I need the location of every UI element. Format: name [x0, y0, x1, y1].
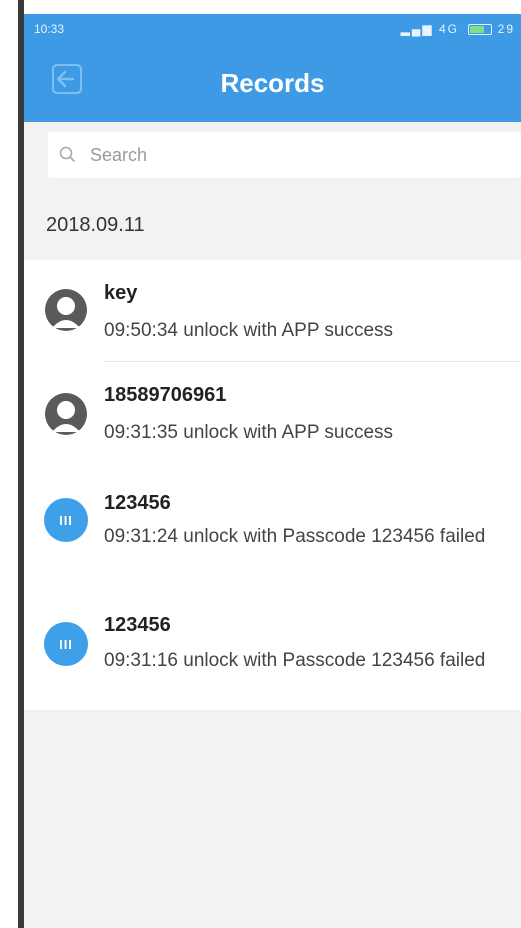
top-bar: 10:33 ▂▄▆ 4G 29 Records [24, 14, 521, 122]
record-time: 09:50:34 [104, 320, 178, 341]
battery-level: 29 [497, 22, 515, 36]
battery-icon [468, 24, 493, 36]
record-action: unlock with APP success [183, 320, 394, 341]
status-time: 10:33 [34, 22, 65, 36]
record-row[interactable]: III 123456 09:31:24 unlock with Passcode… [24, 458, 521, 582]
records-list: key 09:50:34 unlock with APP success 185… [24, 260, 521, 710]
record-name: 18589706961 [104, 384, 227, 406]
record-detail: 09:31:35 unlock with APP success [104, 420, 504, 446]
record-row[interactable]: key 09:50:34 unlock with APP success [24, 260, 521, 362]
record-name: 123456 [104, 614, 171, 636]
search-box[interactable] [48, 132, 521, 178]
user-icon [44, 392, 88, 436]
passcode-icon: III [44, 622, 88, 666]
passcode-icon: III [44, 498, 88, 542]
search-area [24, 122, 521, 202]
date-group-header: 2018.09.11 [46, 214, 145, 236]
page-title: Records [220, 68, 325, 98]
record-detail: 09:50:34 unlock with APP success [104, 318, 504, 344]
record-name: 123456 [104, 492, 171, 514]
record-row[interactable]: 18589706961 09:31:35 unlock with APP suc… [24, 362, 521, 458]
status-bar: 10:33 ▂▄▆ 4G 29 [24, 14, 521, 44]
record-detail: 09:31:16 unlock with Passcode 123456 fai… [104, 648, 504, 674]
network-type: 4G [438, 22, 459, 36]
record-action: unlock with Passcode 123456 failed [183, 650, 486, 671]
record-detail: 09:31:24 unlock with Passcode 123456 fai… [104, 524, 504, 550]
signal-icon: ▂▄▆ [400, 22, 434, 36]
record-action: unlock with APP success [183, 422, 394, 443]
record-time: 09:31:35 [104, 422, 178, 443]
record-name: key [104, 282, 138, 304]
record-time: 09:31:16 [104, 650, 178, 671]
status-icons: ▂▄▆ 4G 29 [401, 22, 515, 36]
record-time: 09:31:24 [104, 526, 178, 547]
record-row[interactable]: III 123456 09:31:16 unlock with Passcode… [24, 582, 521, 710]
search-icon [59, 146, 75, 162]
record-action: unlock with Passcode 123456 failed [183, 526, 486, 547]
user-icon [44, 288, 88, 332]
app-screen: 10:33 ▂▄▆ 4G 29 Records 2018.09.11 [24, 14, 521, 928]
search-input[interactable] [88, 143, 492, 167]
